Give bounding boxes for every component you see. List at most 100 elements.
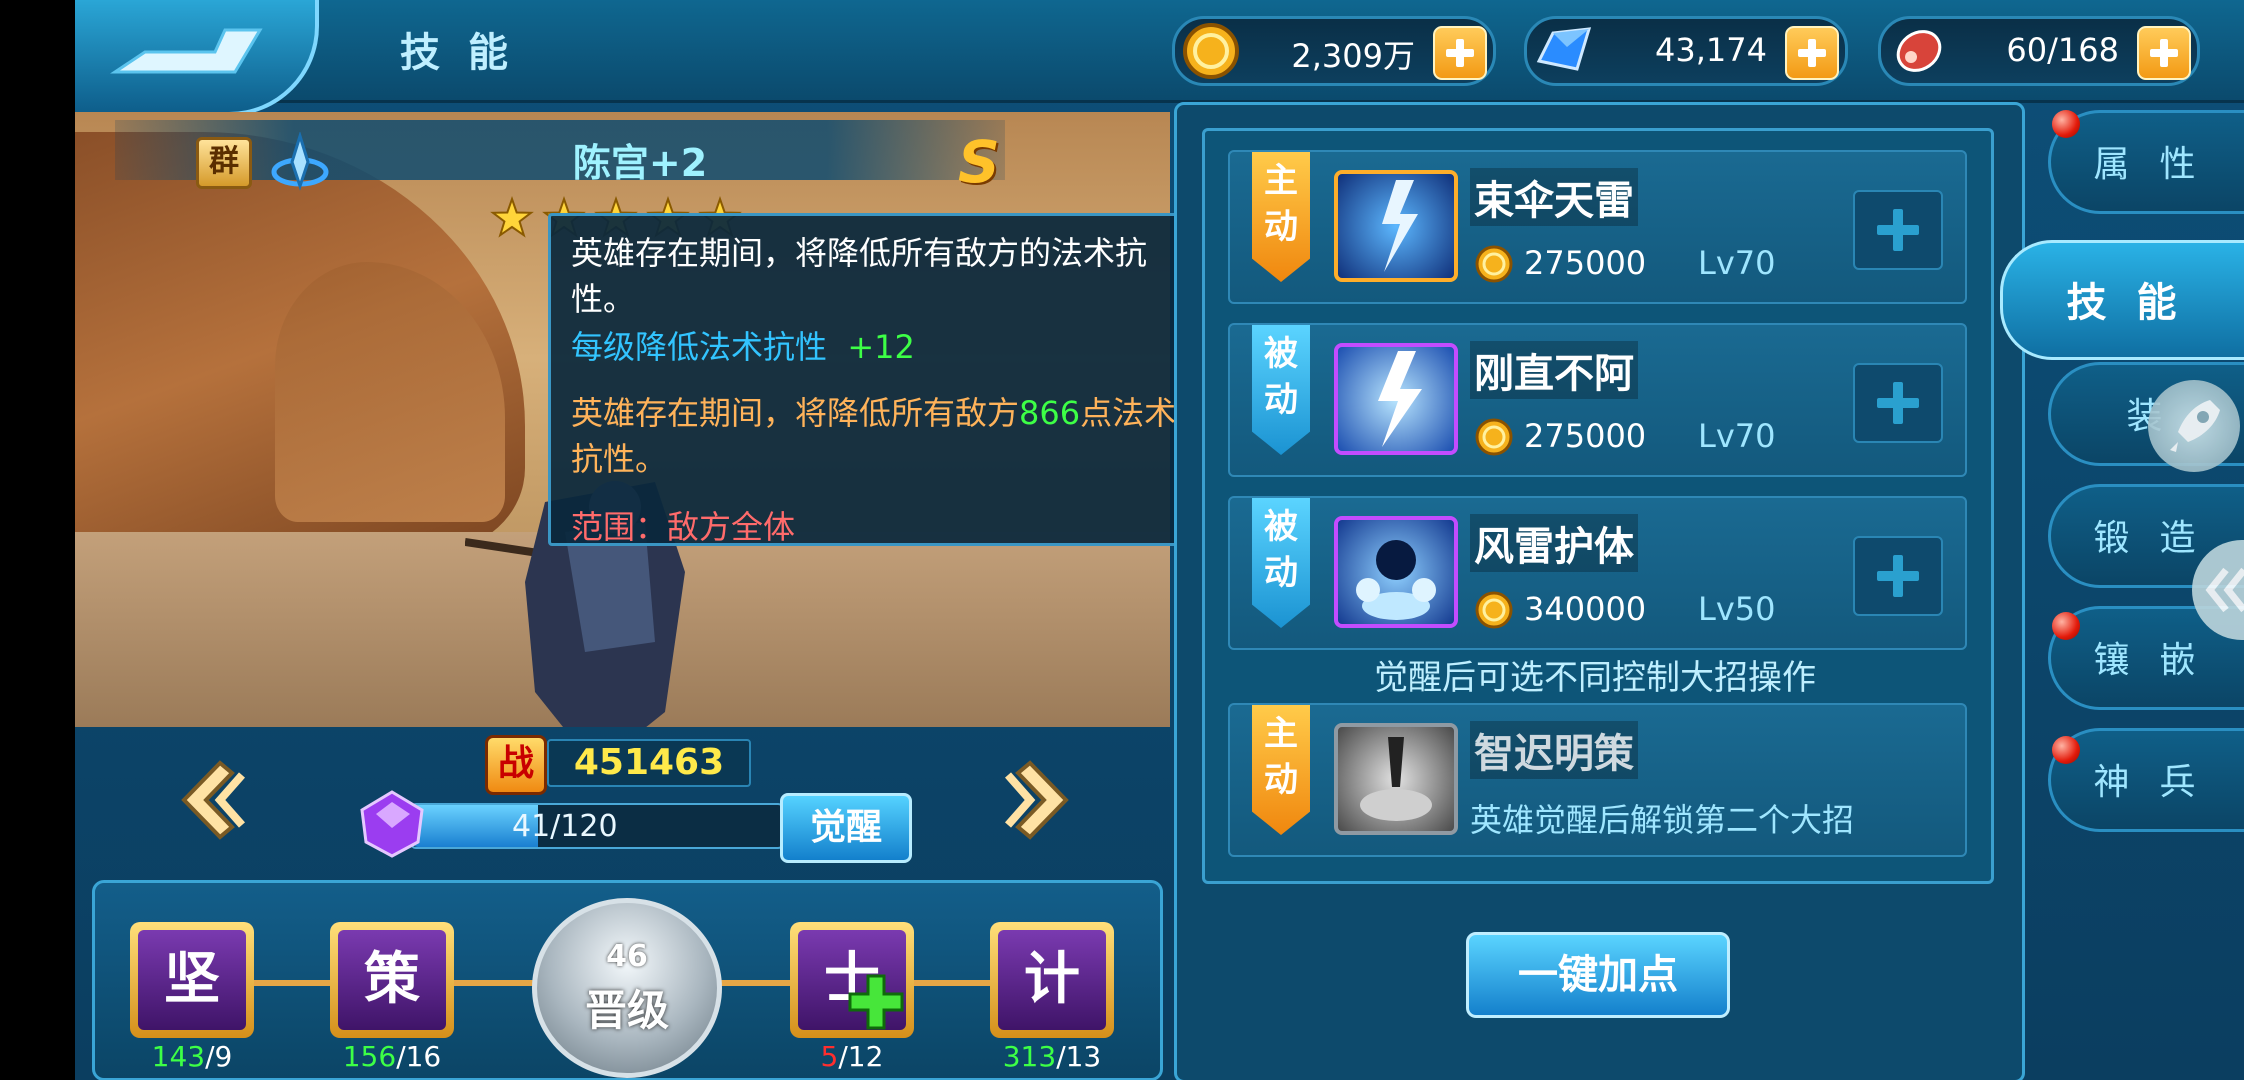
notification-dot	[2052, 736, 2080, 764]
promote-label: 晋级	[584, 986, 669, 1035]
skill-level: Lv70	[1698, 417, 1776, 455]
combat-power: 战 451463	[485, 735, 765, 795]
tooltip-current-effect: 英雄存在期间，将降低所有敌方866点法术抗性。	[571, 390, 1185, 482]
exp-bar: 41/120	[410, 803, 784, 849]
skill-name: 智迟明策	[1470, 721, 1638, 779]
add-stamina-button[interactable]	[2137, 26, 2191, 80]
skill-row[interactable]: 被动 风雷护体 340000 Lv50	[1228, 496, 1967, 650]
talent-label: 策	[338, 930, 446, 1030]
effect-value: 866	[1019, 394, 1081, 432]
skill-name: 刚直不阿	[1470, 341, 1638, 399]
rocket-icon	[2170, 400, 2220, 452]
talent-count: 156/16	[330, 1040, 454, 1073]
skill-upgrade-button[interactable]	[1853, 190, 1943, 270]
one-key-add-button[interactable]: 一键加点	[1466, 932, 1730, 1018]
add-diamond-button[interactable]	[1785, 26, 1839, 80]
per-level-label: 每级降低法术抗性	[571, 328, 828, 366]
talent-count: 143/9	[130, 1040, 254, 1073]
locked-skill-icon	[1334, 723, 1458, 835]
awaken-skill-row[interactable]: 主动 智迟明策 英雄觉醒后解锁第二个大招	[1228, 703, 1967, 857]
skill-upgrade-button[interactable]	[1853, 536, 1943, 616]
skill-level: Lv70	[1698, 244, 1776, 282]
gold-resource: 2,309万	[1172, 16, 1496, 86]
skill-row[interactable]: 被动 刚直不阿 275000 Lv70	[1228, 323, 1967, 477]
diamond-icon	[1536, 27, 1592, 71]
collapse-side-button[interactable]	[2192, 540, 2244, 640]
gold-coin-icon	[1475, 245, 1513, 283]
wind-thunder-skill-icon	[1334, 516, 1458, 628]
double-chevron-left-icon	[2205, 567, 2244, 613]
lightning-skill-icon	[1334, 170, 1458, 282]
meat-stamina-icon	[1896, 30, 1942, 72]
talent-count: 5/12	[790, 1040, 914, 1073]
awaken-button[interactable]: 觉醒	[780, 793, 912, 863]
notification-dot	[2052, 612, 2080, 640]
stamina-value: 60/168	[2006, 31, 2119, 69]
game-screen: 技能 2,309万 43,174 60/168 群 陈宫+2 S 英雄存在期间，…	[0, 0, 2244, 1080]
skill-type-badge: 被动	[1252, 498, 1310, 628]
talent-current: 143	[151, 1040, 206, 1073]
skill-name: 风雷护体	[1470, 514, 1638, 572]
thunder-skill-icon	[1334, 343, 1458, 455]
talent-current: 313	[1002, 1040, 1057, 1073]
purple-gem-icon	[360, 790, 424, 858]
talent-current: 156	[342, 1040, 397, 1073]
diamond-resource: 43,174	[1524, 16, 1848, 86]
effect-prefix: 英雄存在期间，将降低所有敌方	[571, 394, 1020, 432]
hero-grade: S	[958, 128, 1000, 196]
notification-dot	[2052, 110, 2080, 138]
per-level-value: +12	[847, 328, 915, 366]
talent-node-shi[interactable]: 士 5/12	[790, 922, 914, 1073]
page-title: 技能	[400, 30, 536, 76]
skill-upgrade-button[interactable]	[1853, 363, 1943, 443]
tooltip-per-level: 每级降低法术抗性 +12	[571, 324, 1185, 370]
skill-level: Lv50	[1698, 590, 1776, 628]
gold-value: 2,309万	[1291, 37, 1415, 75]
rocket-float-button[interactable]	[2148, 380, 2240, 472]
gold-coin-icon	[1475, 591, 1513, 629]
power-value: 451463	[547, 739, 751, 787]
talent-label: 计	[998, 930, 1106, 1030]
tooltip-range: 范围：敌方全体	[571, 508, 796, 546]
skill-name: 束伞天雷	[1470, 168, 1638, 226]
skill-type-badge: 主动	[1252, 152, 1310, 282]
skill-cost: 275000	[1524, 417, 1647, 455]
talent-max: /12	[838, 1040, 884, 1073]
add-gold-button[interactable]	[1433, 26, 1487, 80]
tab-skills[interactable]: 技能	[2000, 240, 2244, 360]
hero-name: 陈宫+2	[572, 141, 708, 185]
talent-label: 坚	[138, 930, 246, 1030]
screen-edge	[0, 0, 75, 1080]
talent-node-ji[interactable]: 计 313/13	[990, 922, 1114, 1073]
add-green-icon	[848, 974, 904, 1030]
talent-count: 313/13	[990, 1040, 1114, 1073]
promote-level: 46	[606, 939, 648, 974]
power-label: 战	[485, 735, 547, 795]
talent-node-ce[interactable]: 策 156/16	[330, 922, 454, 1073]
skill-tooltip: 英雄存在期间，将降低所有敌方的法术抗性。 每级降低法术抗性 +12 英雄存在期间…	[548, 213, 1208, 546]
stamina-resource: 60/168	[1878, 16, 2200, 86]
skill-cost: 275000	[1524, 244, 1647, 282]
next-hero-button[interactable]	[1000, 755, 1080, 845]
gold-coin-icon	[1183, 23, 1239, 79]
talent-max: /9	[205, 1040, 233, 1073]
skill-type-badge: 被动	[1252, 325, 1310, 455]
talent-max: /16	[396, 1040, 442, 1073]
skill-type-badge: 主动	[1252, 705, 1310, 835]
awaken-skill-desc: 英雄觉醒后解锁第二个大招	[1470, 801, 1855, 839]
back-arrow-icon	[110, 28, 263, 74]
tooltip-description: 英雄存在期间，将降低所有敌方的法术抗性。	[571, 234, 1148, 318]
skill-row[interactable]: 主动 束伞天雷 275000 Lv70	[1228, 150, 1967, 304]
talent-node-jian[interactable]: 坚 143/9	[130, 922, 254, 1073]
prev-hero-button[interactable]	[170, 755, 250, 845]
exp-text: 41/120	[512, 809, 618, 844]
talent-max: /13	[1056, 1040, 1102, 1073]
talent-current: 5	[820, 1040, 839, 1073]
gold-coin-icon	[1475, 418, 1513, 456]
star-icon	[490, 195, 534, 238]
diamond-value: 43,174	[1655, 31, 1767, 69]
spear-class-icon	[271, 132, 329, 191]
promote-button[interactable]: 46 晋级	[532, 898, 722, 1078]
camp-badge: 群	[196, 137, 252, 189]
awaken-hint: 觉醒后可选不同控制大招操作	[1374, 658, 1816, 698]
